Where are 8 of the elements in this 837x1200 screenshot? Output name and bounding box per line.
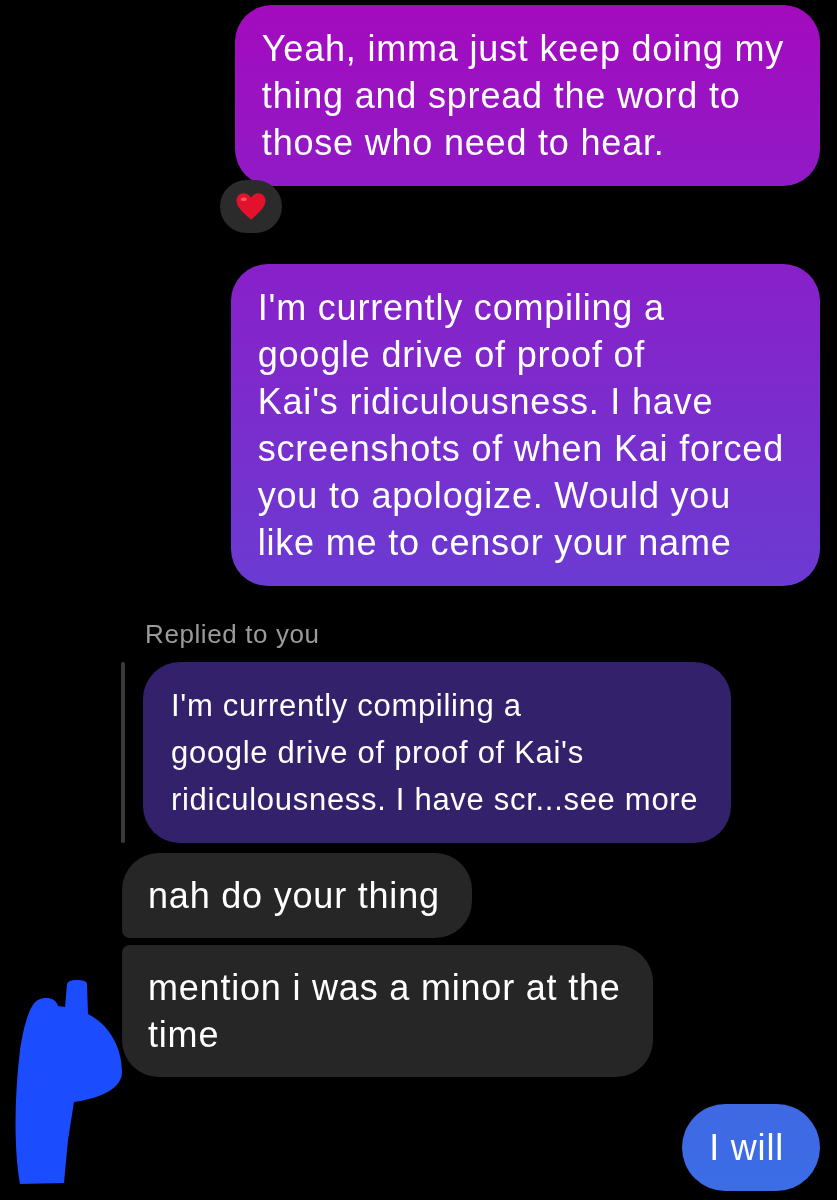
message-bubble: I'm currently compiling a google drive of proof of Kai's ridiculousness. I have screenshots of when Kai forced you to apologize. Would you like me to censor your name: [230, 264, 820, 586]
message-bubble: Yeah, imma just keep doing my thing and spread the word to those who need to hear.: [234, 5, 820, 186]
message-bubble: mention i was a minor at the time: [122, 945, 653, 1077]
quoted-message-bubble[interactable]: I'm currently compiling a google drive of proof of Kai's ridiculousness. I have scr...see more: [143, 662, 732, 843]
replied-label: Replied to you: [145, 619, 320, 649]
message-bubble: I will: [682, 1104, 820, 1191]
message-bubble: nah do your thing: [122, 853, 472, 938]
heart-reaction-icon[interactable]: [219, 180, 282, 233]
